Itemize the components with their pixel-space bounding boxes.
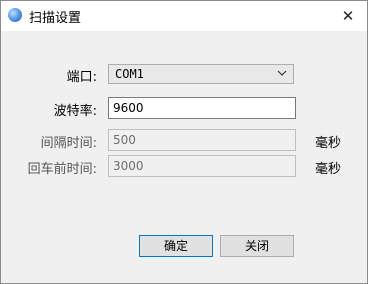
port-select-value: COM1 [115, 67, 144, 81]
interval-input[interactable] [108, 129, 296, 151]
scan-settings-dialog: 扫描设置 ✕ 端口: COM1 波特率: 间隔时间: 毫秒 回车前时间: 毫秒 … [0, 0, 368, 284]
ok-button[interactable]: 确定 [139, 235, 213, 257]
port-select[interactable]: COM1 [108, 64, 294, 84]
port-label: 端口: [66, 70, 97, 85]
close-button[interactable]: 关闭 [220, 235, 294, 257]
enter-delay-unit: 毫秒 [315, 162, 342, 177]
title-bar: 扫描设置 ✕ [1, 1, 367, 31]
app-globe-icon [8, 8, 22, 22]
baud-rate-input[interactable] [108, 97, 296, 119]
enter-delay-input[interactable] [108, 155, 296, 177]
interval-unit: 毫秒 [315, 136, 342, 151]
window-title: 扫描设置 [29, 11, 82, 26]
chevron-down-icon [277, 70, 287, 76]
enter-delay-label: 回车前时间: [27, 162, 97, 177]
interval-label: 间隔时间: [40, 136, 97, 151]
close-window-button[interactable]: ✕ [337, 5, 359, 27]
baud-rate-label: 波特率: [53, 104, 97, 119]
